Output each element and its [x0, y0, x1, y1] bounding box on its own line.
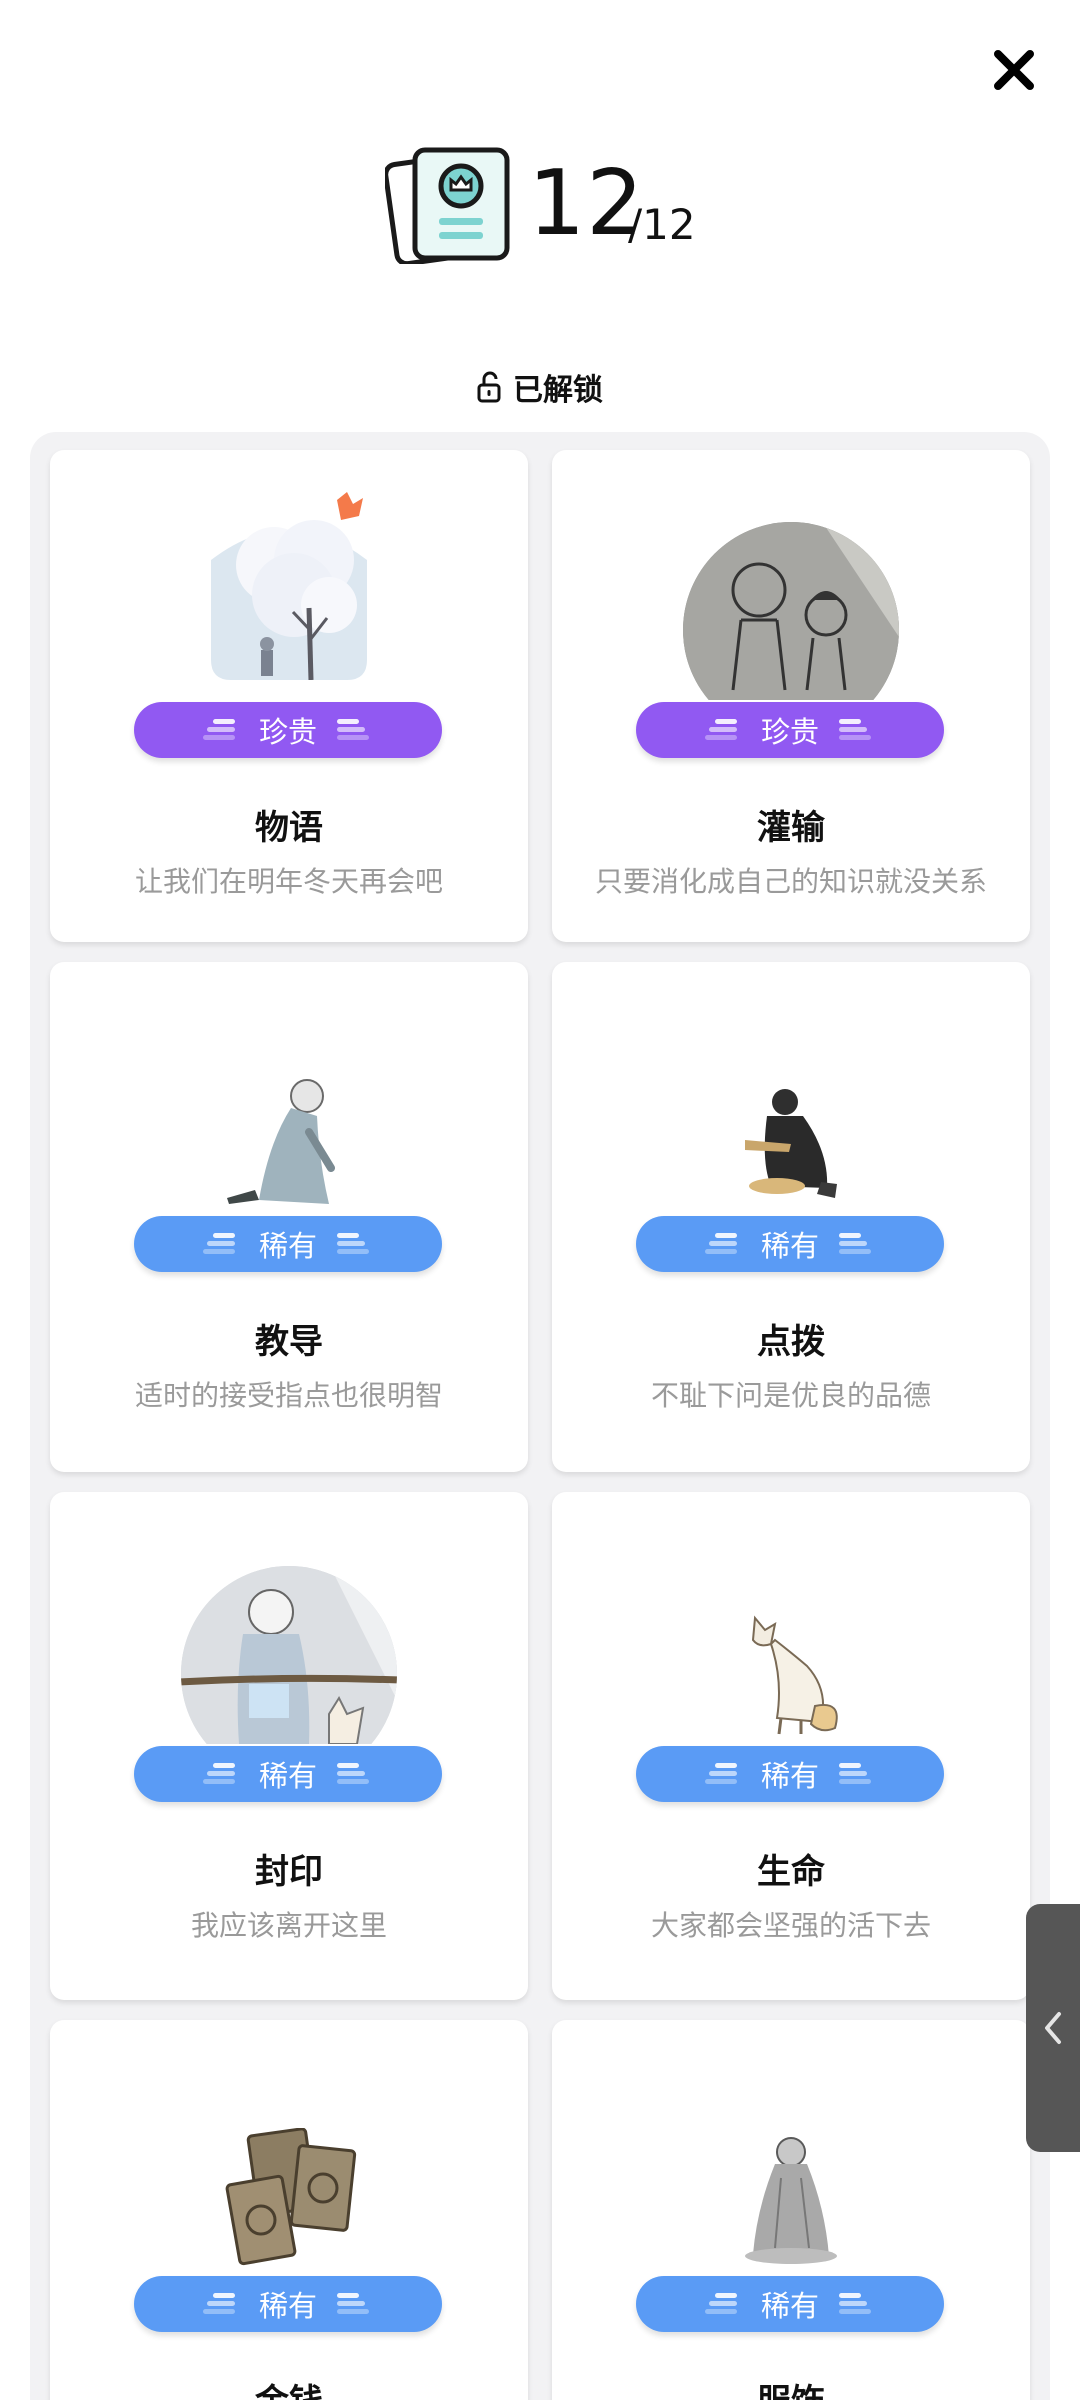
card-item[interactable]: 稀有 教导 适时的接受指点也很明智 [50, 962, 528, 1472]
rarity-badge: 稀有 [134, 2276, 442, 2332]
rarity-badge: 稀有 [134, 1746, 442, 1802]
unlock-status: 已解锁 [0, 362, 1080, 412]
card-item[interactable]: 稀有 点拨 不耻下问是优良的品德 [552, 962, 1030, 1472]
rarity-badge: 稀有 [134, 1216, 442, 1272]
stripes-icon [839, 1763, 871, 1784]
stripes-icon [337, 1763, 369, 1784]
unlock-status-label: 已解锁 [513, 373, 603, 408]
card-collection-icon [385, 147, 510, 264]
stripes-icon [704, 2293, 737, 2314]
side-drawer-handle[interactable] [1026, 1904, 1080, 2152]
card-title: 物语 [255, 808, 323, 848]
rarity-label: 稀有 [258, 1759, 317, 1793]
rarity-badge: 稀有 [636, 1216, 944, 1272]
card-title: 服饰 [552, 2374, 1030, 2400]
seal-scene-illustration [50, 1564, 528, 1754]
card-item[interactable]: 稀有 服饰 [552, 2020, 1030, 2400]
stripes-icon [839, 1233, 871, 1254]
rarity-badge: 稀有 [636, 1746, 944, 1802]
card-item[interactable]: 稀有 金钱 [50, 2020, 528, 2400]
card-item[interactable]: 珍贵 灌输 只要消化成自己的知识就没关系 [552, 450, 1030, 942]
card-grid-panel[interactable]: 珍贵 物语 让我们在明年冬天再会吧 珍贵 灌输 只要消化成自己的知识就没关系 稀… [30, 432, 1050, 2400]
rarity-label: 珍贵 [258, 715, 317, 749]
card-item[interactable]: 珍贵 物语 让我们在明年冬天再会吧 [50, 450, 528, 942]
stripes-icon [337, 1233, 369, 1254]
card-description: 让我们在明年冬天再会吧 [134, 865, 443, 898]
rarity-label: 稀有 [258, 1229, 317, 1263]
total-count: /12 [628, 200, 696, 249]
close-icon [994, 50, 1034, 90]
stripes-icon [202, 1763, 235, 1784]
card-description: 我应该离开这里 [190, 1909, 387, 1942]
chevron-left-icon [1045, 2012, 1061, 2044]
snow-tree-illustration [50, 490, 528, 680]
rarity-badge: 珍贵 [636, 702, 944, 758]
unlock-icon [477, 371, 501, 403]
stripes-icon [202, 2293, 235, 2314]
collection-header: 12 /12 [0, 140, 1080, 280]
card-description: 只要消化成自己的知识就没关系 [594, 865, 987, 898]
card-title: 封印 [255, 1852, 323, 1892]
stripes-icon [839, 2293, 871, 2314]
card-title: 灌输 [757, 808, 825, 848]
stripes-icon [202, 1233, 235, 1254]
card-description: 不耻下问是优良的品德 [650, 1379, 931, 1412]
rarity-label: 稀有 [258, 2289, 317, 2323]
stripes-icon [704, 719, 737, 740]
card-title: 教导 [255, 1322, 323, 1362]
rarity-label: 珍贵 [760, 715, 819, 749]
rarity-badge: 珍贵 [134, 702, 442, 758]
rarity-badge: 稀有 [636, 2276, 944, 2332]
close-button[interactable] [990, 46, 1038, 94]
stripes-icon [839, 719, 871, 740]
card-description: 大家都会坚强的活下去 [650, 1909, 931, 1942]
children-sketch-illustration [552, 520, 1030, 710]
rarity-label: 稀有 [760, 1229, 819, 1263]
rarity-label: 稀有 [760, 2289, 819, 2323]
stripes-icon [337, 719, 369, 740]
stripes-icon [704, 1233, 737, 1254]
card-title: 点拨 [757, 1322, 825, 1362]
stripes-icon [202, 719, 235, 740]
rarity-label: 稀有 [760, 1759, 819, 1793]
card-title: 金钱 [50, 2374, 528, 2400]
card-description: 适时的接受指点也很明智 [134, 1379, 443, 1412]
card-item[interactable]: 稀有 封印 我应该离开这里 [50, 1492, 528, 2000]
card-item[interactable]: 稀有 生命 大家都会坚强的活下去 [552, 1492, 1030, 2000]
stripes-icon [337, 2293, 369, 2314]
stripes-icon [704, 1763, 737, 1784]
card-title: 生命 [757, 1852, 825, 1892]
